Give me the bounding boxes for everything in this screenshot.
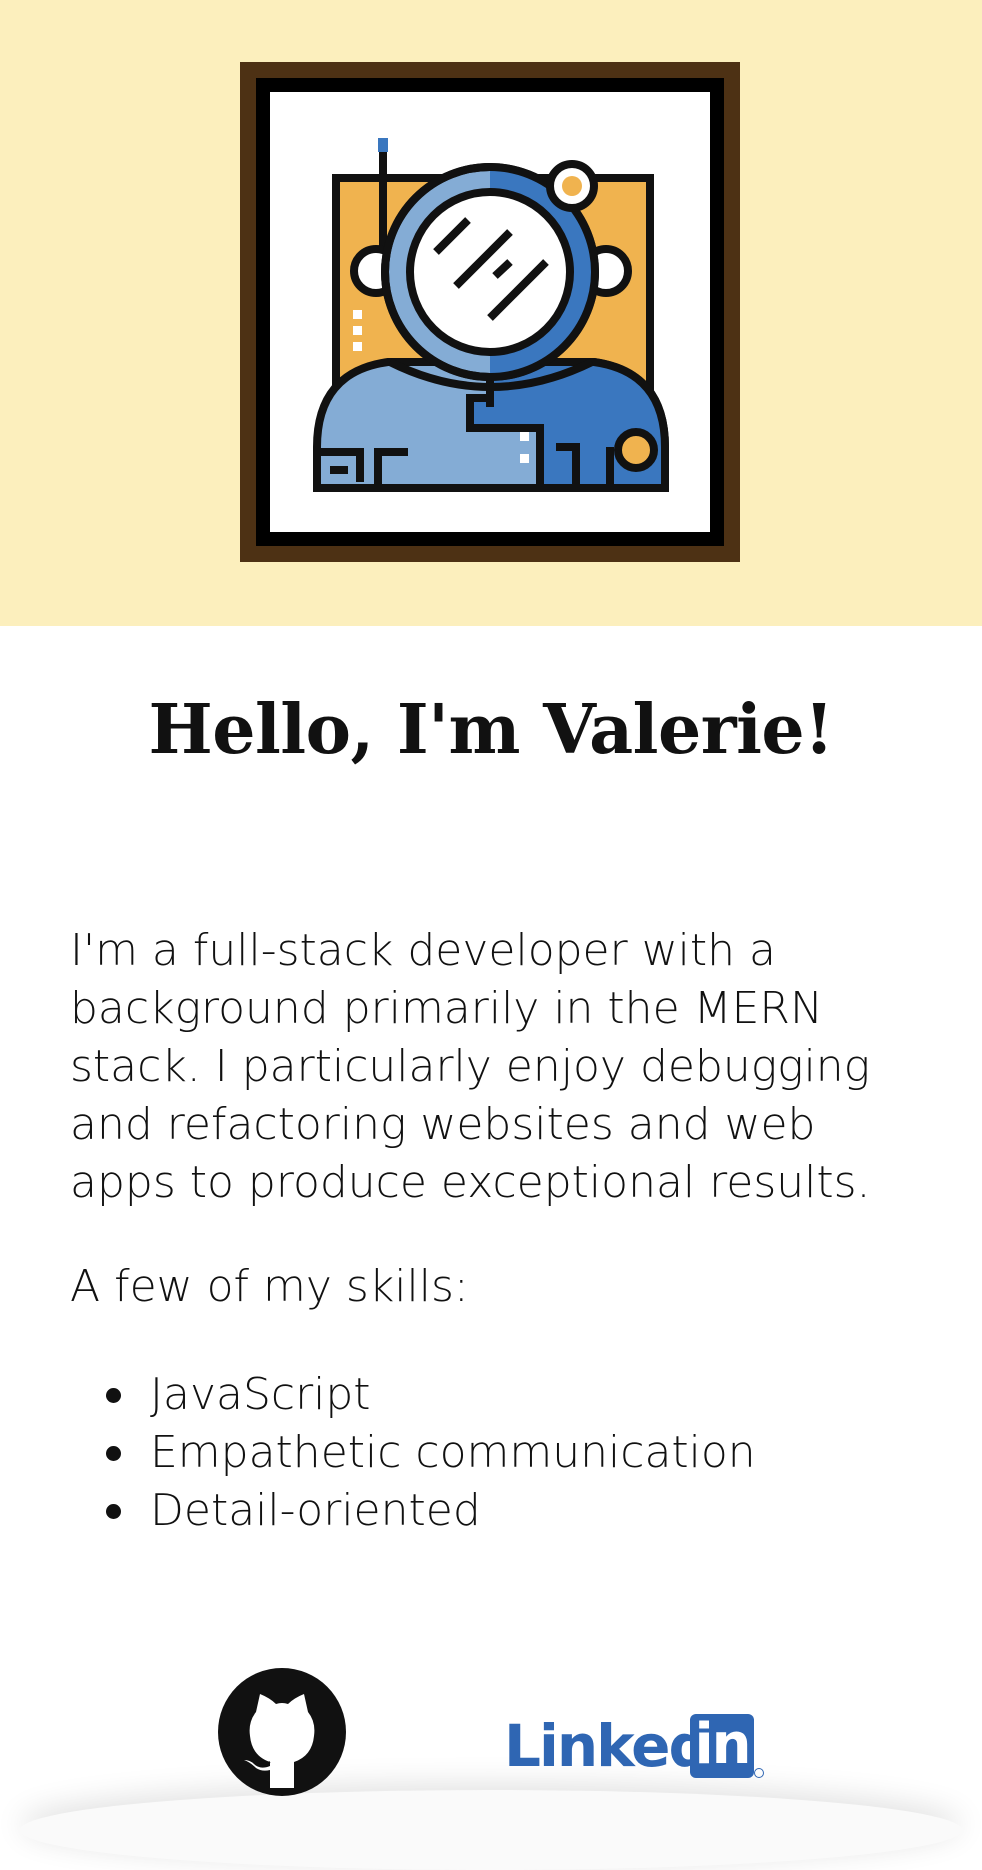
registered-mark-icon xyxy=(754,1768,764,1778)
skills-intro: A few of my skills: xyxy=(70,1261,469,1312)
astronaut-avatar-icon xyxy=(313,138,669,492)
footer-shadow xyxy=(20,1790,962,1870)
bio-paragraph: I'm a full-stack developer with a backgr… xyxy=(70,925,871,1208)
avatar-frame xyxy=(240,62,740,562)
bullet-icon xyxy=(106,1388,121,1403)
list-item: JavaScript xyxy=(70,1366,910,1424)
skill-label: JavaScript xyxy=(150,1369,371,1420)
skills-list: JavaScript Empathetic communication Deta… xyxy=(70,1366,910,1540)
skill-label: Empathetic communication xyxy=(150,1427,756,1478)
linkedin-wordmark: Linked xyxy=(504,1712,710,1780)
github-link[interactable] xyxy=(216,1666,348,1798)
linkedin-link[interactable]: Linked in xyxy=(504,1712,764,1782)
skill-label: Detail-oriented xyxy=(150,1485,481,1536)
linkedin-icon: in xyxy=(690,1714,754,1778)
bullet-icon xyxy=(106,1446,121,1461)
list-item: Empathetic communication xyxy=(70,1424,910,1482)
list-item: Detail-oriented xyxy=(70,1482,910,1540)
hero-banner xyxy=(0,0,982,626)
github-icon xyxy=(218,1668,346,1796)
bullet-icon xyxy=(106,1504,121,1519)
page-title: Hello, I'm Valerie! xyxy=(148,690,834,770)
